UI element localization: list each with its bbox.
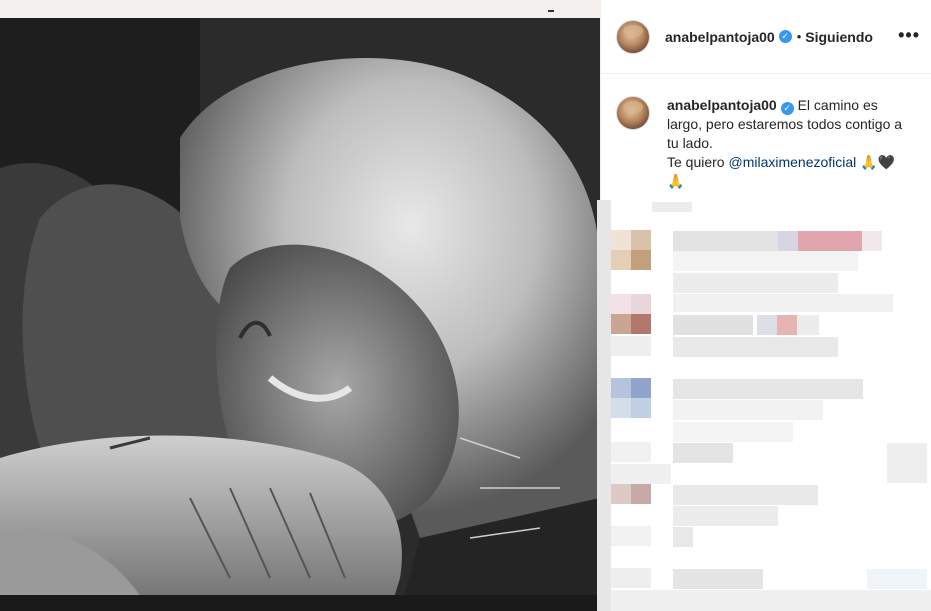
instagram-post-view: anabelpantoja00 ✓ • Siguiendo ••• anabel…	[0, 0, 931, 611]
pixelated-comments-area	[597, 200, 931, 611]
mention-link[interactable]: @milaximenezoficial	[728, 154, 856, 170]
photo-image	[0, 18, 600, 611]
caption-text: anabelpantoja00 ✓ El camino es largo, per…	[667, 96, 907, 191]
more-options-icon[interactable]: •••	[898, 26, 920, 44]
pray-emoji-icon: 🙏	[860, 154, 878, 170]
strip-mark	[548, 10, 554, 12]
avatar[interactable]	[616, 19, 650, 54]
post-header: anabelpantoja00 ✓ • Siguiendo •••	[601, 0, 931, 74]
caption-avatar[interactable]	[616, 96, 650, 130]
following-button[interactable]: Siguiendo	[805, 29, 873, 45]
caption: anabelpantoja00 ✓ El camino es largo, per…	[616, 96, 921, 191]
pray-emoji-icon-2: 🙏	[667, 173, 685, 189]
caption-line-2: Te quiero	[667, 154, 729, 170]
separator-dot: •	[796, 29, 802, 44]
header-username[interactable]: anabelpantoja00	[665, 29, 775, 45]
caption-username[interactable]: anabelpantoja00	[667, 97, 777, 113]
post-photo[interactable]	[0, 18, 600, 611]
black-heart-emoji-icon: 🖤	[877, 154, 896, 170]
post-side-panel: anabelpantoja00 ✓ • Siguiendo ••• anabel…	[597, 0, 931, 611]
verified-badge-icon: ✓	[780, 102, 794, 115]
verified-badge-icon: ✓	[778, 30, 792, 43]
